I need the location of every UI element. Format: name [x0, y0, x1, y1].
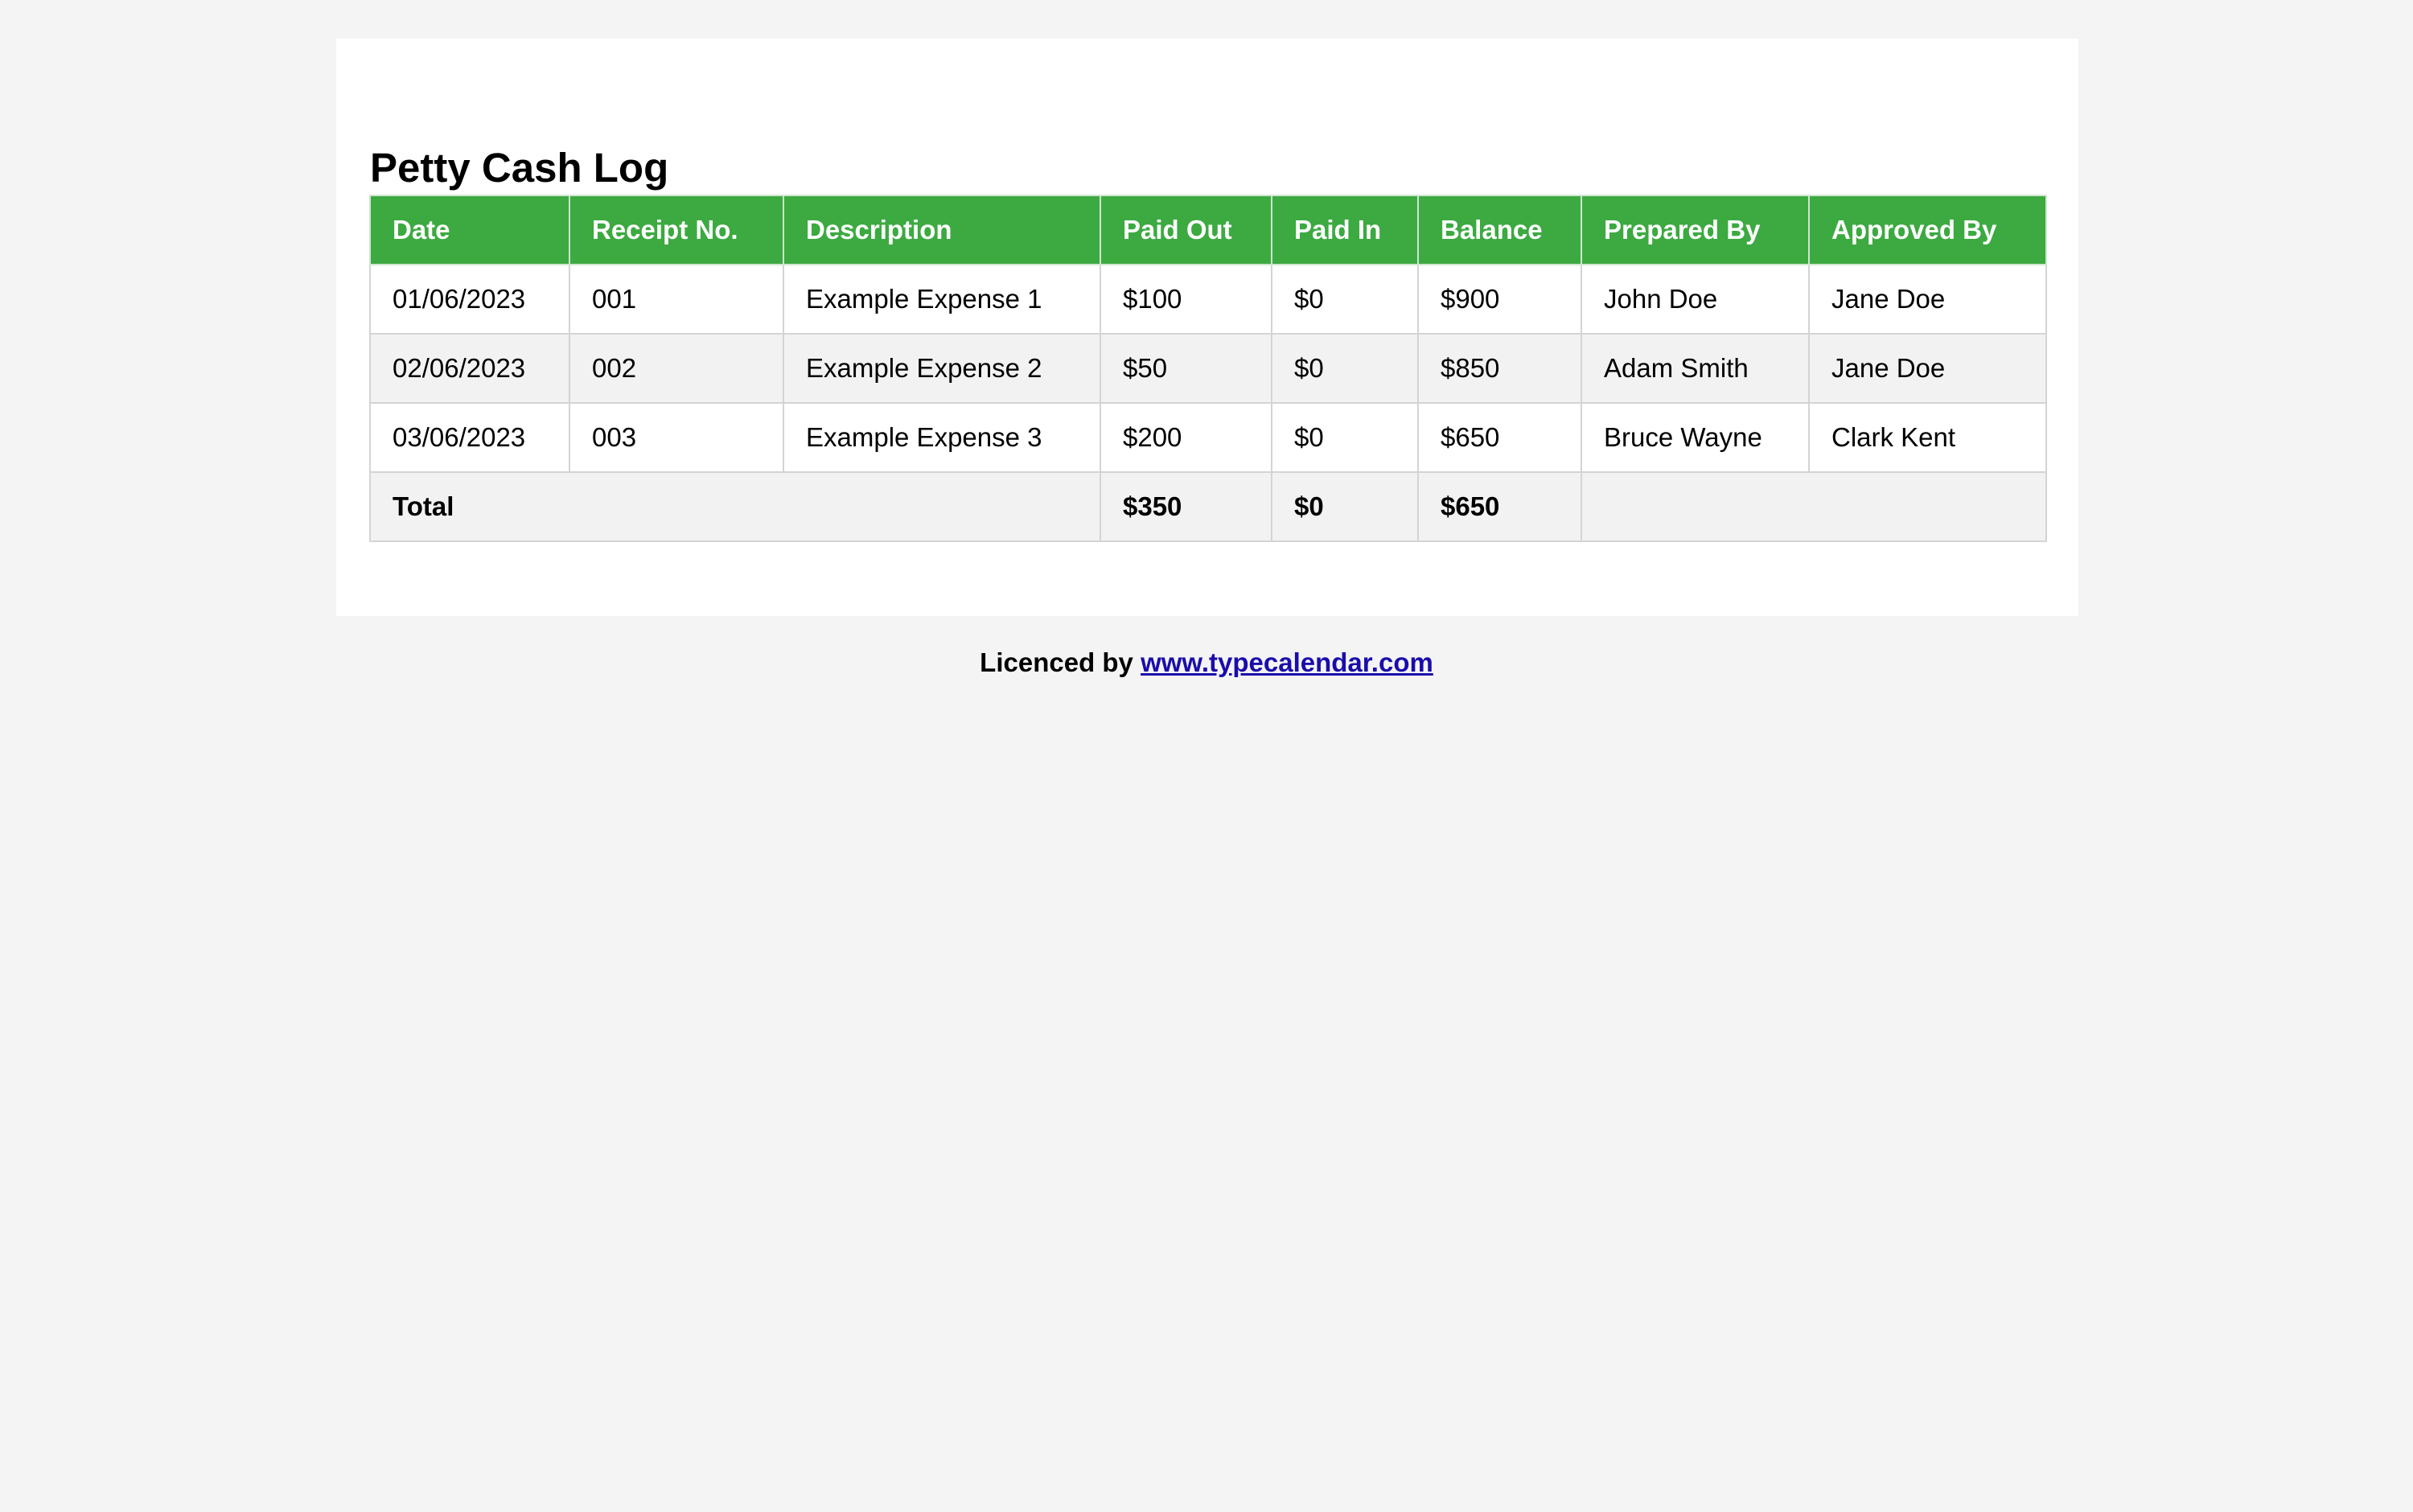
cell-prepared-by: Adam Smith [1581, 333, 1810, 404]
header-balance: Balance [1417, 195, 1582, 265]
page-title: Petty Cash Log [370, 145, 669, 191]
total-balance: $650 [1417, 471, 1582, 542]
total-paid-in: $0 [1271, 471, 1419, 542]
cell-balance: $900 [1417, 264, 1582, 335]
cell-approved-by: Jane Doe [1808, 333, 2047, 404]
cell-paid-out: $50 [1100, 333, 1272, 404]
total-label: Total [369, 471, 1101, 542]
licence-footer: Licenced by www.typecalendar.com [0, 643, 2413, 682]
header-date: Date [369, 195, 570, 265]
cell-paid-in: $0 [1271, 264, 1419, 335]
header-approved-by: Approved By [1808, 195, 2047, 265]
cell-receipt-no: 002 [569, 333, 784, 404]
cell-date: 01/06/2023 [369, 264, 570, 335]
cell-paid-in: $0 [1271, 402, 1419, 473]
cell-paid-out: $100 [1100, 264, 1272, 335]
header-receipt-no: Receipt No. [569, 195, 784, 265]
header-description: Description [783, 195, 1101, 265]
petty-cash-table: Date Receipt No. Description Paid Out Pa… [369, 195, 2047, 542]
cell-receipt-no: 003 [569, 402, 784, 473]
cell-date: 03/06/2023 [369, 402, 570, 473]
table-row: 03/06/2023 003 Example Expense 3 $200 $0… [369, 402, 2047, 473]
cell-approved-by: Clark Kent [1808, 402, 2047, 473]
table-row: 01/06/2023 001 Example Expense 1 $100 $0… [369, 264, 2047, 335]
cell-receipt-no: 001 [569, 264, 784, 335]
total-row: Total $350 $0 $650 [369, 471, 2047, 542]
cell-description: Example Expense 2 [783, 333, 1101, 404]
total-paid-out: $350 [1100, 471, 1272, 542]
cell-description: Example Expense 3 [783, 402, 1101, 473]
header-paid-in: Paid In [1271, 195, 1419, 265]
petty-cash-card: Petty Cash Log Date Receipt No. Descript… [336, 39, 2078, 616]
cell-date: 02/06/2023 [369, 333, 570, 404]
cell-balance: $650 [1417, 402, 1582, 473]
cell-description: Example Expense 1 [783, 264, 1101, 335]
header-prepared-by: Prepared By [1581, 195, 1810, 265]
cell-prepared-by: Bruce Wayne [1581, 402, 1810, 473]
header-paid-out: Paid Out [1100, 195, 1272, 265]
table-row: 02/06/2023 002 Example Expense 2 $50 $0 … [369, 333, 2047, 404]
cell-prepared-by: John Doe [1581, 264, 1810, 335]
cell-paid-in: $0 [1271, 333, 1419, 404]
cell-paid-out: $200 [1100, 402, 1272, 473]
licence-prefix: Licenced by [980, 647, 1133, 677]
typecalendar-link[interactable]: www.typecalendar.com [1141, 647, 1433, 677]
table-header-row: Date Receipt No. Description Paid Out Pa… [369, 195, 2047, 265]
cell-approved-by: Jane Doe [1808, 264, 2047, 335]
total-empty-cell [1581, 471, 2047, 542]
cell-balance: $850 [1417, 333, 1582, 404]
